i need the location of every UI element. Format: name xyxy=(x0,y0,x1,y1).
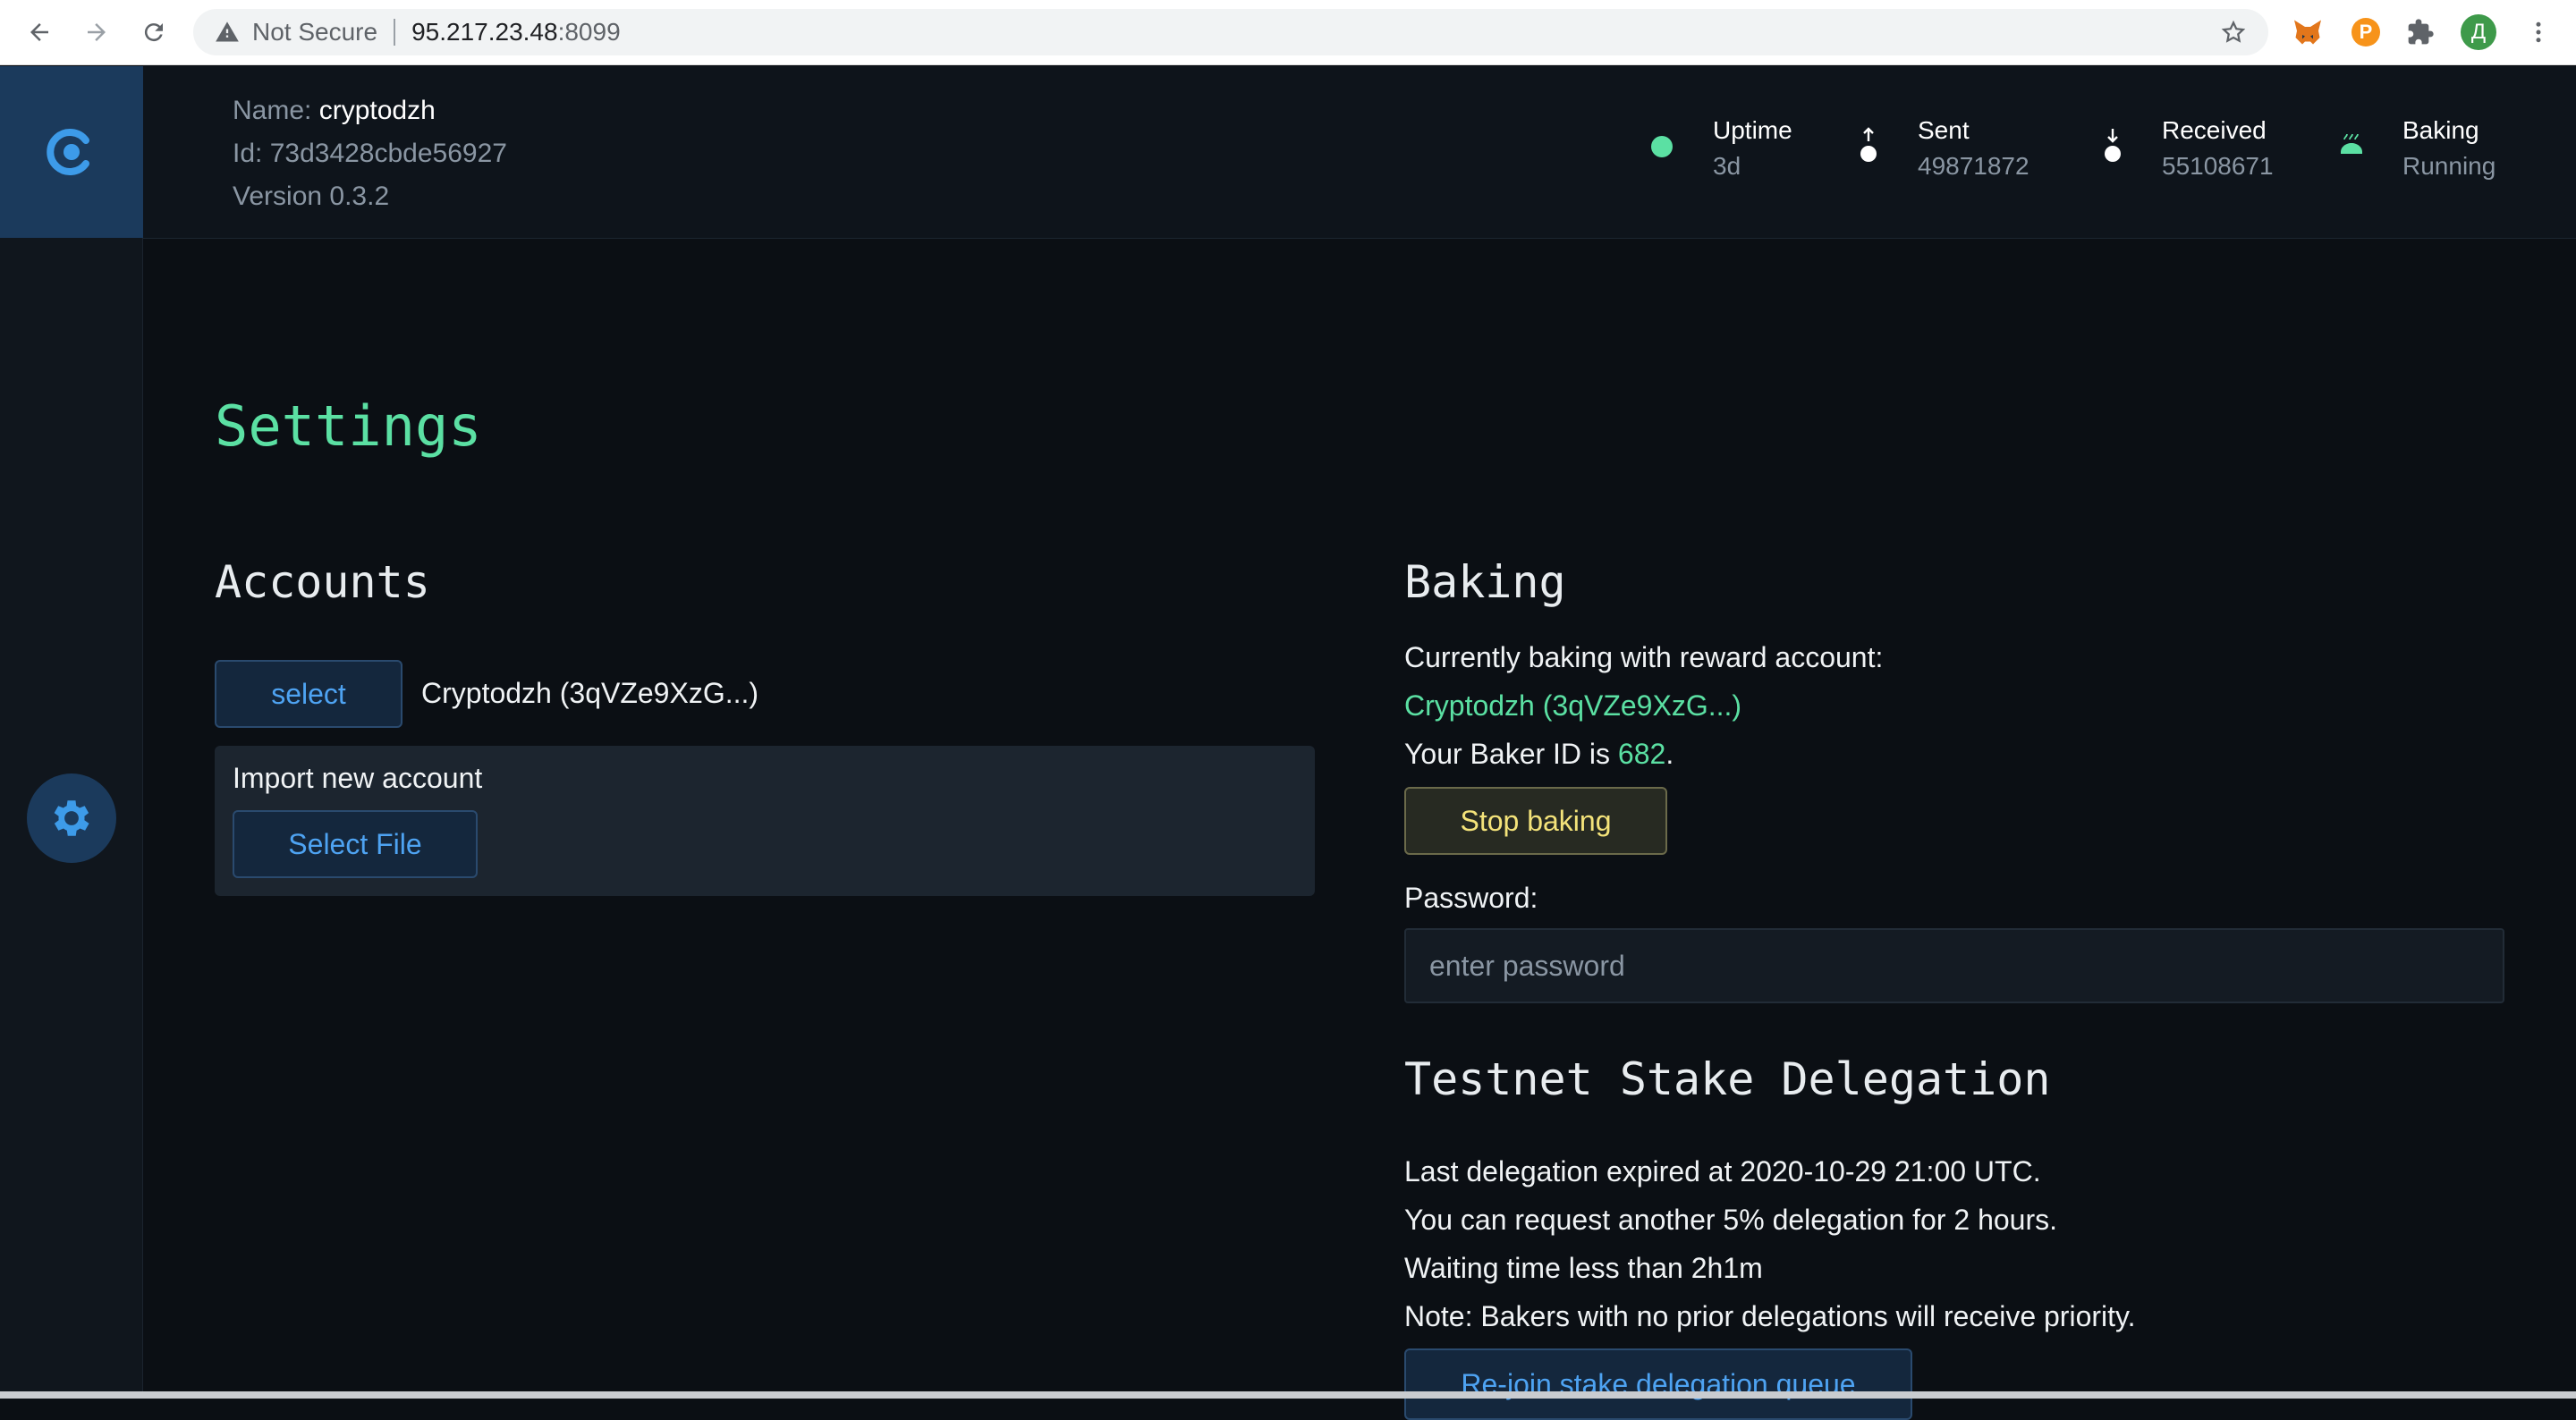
baker-id-suffix: . xyxy=(1665,738,1674,770)
browser-toolbar: Not Secure 95.217.23.48:8099 P Д xyxy=(0,0,2576,65)
stop-baking-button[interactable]: Stop baking xyxy=(1404,787,1667,855)
baking-value: Running xyxy=(2402,152,2496,180)
reload-button[interactable] xyxy=(134,13,174,52)
node-name-row: Name: cryptodzh xyxy=(233,89,507,132)
node-version: Version 0.3.2 xyxy=(233,182,390,211)
arrow-down-icon xyxy=(2105,129,2121,162)
page-title: Settings xyxy=(215,393,482,459)
profile-button[interactable]: Д xyxy=(2461,14,2496,50)
received-value: 55108671 xyxy=(2162,152,2274,180)
select-file-button[interactable]: Select File xyxy=(233,810,478,878)
reload-icon xyxy=(144,23,163,42)
password-label: Password: xyxy=(1404,882,1538,914)
arrow-left-icon xyxy=(30,23,48,41)
omnibox-divider xyxy=(394,19,396,46)
url-port: :8099 xyxy=(557,18,621,46)
gear-icon xyxy=(54,800,89,836)
rejoin-delegation-button[interactable]: Re-join stake delegation queue xyxy=(1404,1348,1912,1420)
uptime-label: Uptime xyxy=(1713,116,1792,144)
bookmark-star-icon[interactable] xyxy=(2220,19,2247,46)
coin-icon: P xyxy=(2351,18,2380,46)
node-info: Name: cryptodzh Id: 73d3428cbde56927 Ver… xyxy=(233,89,507,218)
status-dot-icon xyxy=(1651,136,1673,157)
node-id: 73d3428cbde56927 xyxy=(269,139,507,168)
baking-bread-icon xyxy=(2341,133,2362,154)
baker-id-line: Your Baker ID is 682. xyxy=(1404,738,1674,771)
node-name-label: Name: xyxy=(233,96,312,125)
back-button[interactable] xyxy=(20,13,59,52)
kebab-menu-icon xyxy=(2536,21,2541,43)
import-title: Import new account xyxy=(233,762,483,794)
puzzle-icon xyxy=(2408,19,2434,45)
delegation-line-1: Last delegation expired at 2020-10-29 21… xyxy=(1404,1155,2041,1188)
baking-heading: Baking xyxy=(1404,556,1566,608)
uptime-value: 3d xyxy=(1713,152,1741,180)
selected-account: Cryptodzh (3qVZe9XzG...) xyxy=(421,677,759,709)
app-logo[interactable] xyxy=(0,66,143,238)
settings-nav-button[interactable] xyxy=(27,773,116,863)
node-version-row: Version 0.3.2 xyxy=(233,175,507,218)
delegation-line-2: You can request another 5% delegation fo… xyxy=(1404,1204,2057,1236)
concordium-logo-icon xyxy=(47,129,89,175)
node-name: cryptodzh xyxy=(318,96,436,125)
window-bottom-edge xyxy=(0,1391,2576,1399)
accounts-heading: Accounts xyxy=(215,556,430,608)
sent-label: Sent xyxy=(1918,116,1970,144)
received-label: Received xyxy=(2162,116,2267,144)
forward-button[interactable] xyxy=(77,13,116,52)
delegation-heading: Testnet Stake Delegation xyxy=(1404,1053,2051,1105)
arrow-right-icon xyxy=(88,23,106,41)
browser-menu-button[interactable] xyxy=(2521,14,2556,50)
delegation-note: Note: Bakers with no prior delegations w… xyxy=(1404,1300,2136,1332)
select-account-button[interactable]: select xyxy=(215,660,402,728)
delegation-line-3: Waiting time less than 2h1m xyxy=(1404,1252,1763,1284)
security-label: Not Secure xyxy=(252,18,378,46)
baker-id: 682 xyxy=(1617,738,1666,770)
sent-value: 49871872 xyxy=(1918,152,2029,180)
fox-icon xyxy=(2294,20,2321,45)
baker-id-prefix: Your Baker ID is xyxy=(1404,738,1618,770)
baking-label: Baking xyxy=(2402,116,2479,144)
extensions-button[interactable] xyxy=(2402,14,2438,50)
baking-reward-text: Currently baking with reward account: xyxy=(1404,641,1884,673)
url-host: 95.217.23.48 xyxy=(411,18,558,46)
address-bar[interactable]: Not Secure 95.217.23.48:8099 xyxy=(193,9,2268,55)
node-header: Name: cryptodzh Id: 73d3428cbde56927 Ver… xyxy=(143,66,2576,239)
password-input[interactable] xyxy=(1404,928,2504,1003)
warning-icon xyxy=(216,21,239,42)
node-id-label: Id: xyxy=(233,139,263,168)
avatar: Д xyxy=(2461,14,2496,50)
reward-account: Cryptodzh (3qVZe9XzG...) xyxy=(1404,689,1742,722)
coin-extension[interactable]: P xyxy=(2348,14,2384,50)
import-account-panel: Import new account Select File xyxy=(215,746,1315,896)
arrow-up-icon xyxy=(1860,127,1877,162)
node-id-row: Id: 73d3428cbde56927 xyxy=(233,132,507,175)
metamask-extension[interactable] xyxy=(2290,14,2326,50)
sidebar xyxy=(0,66,143,1399)
